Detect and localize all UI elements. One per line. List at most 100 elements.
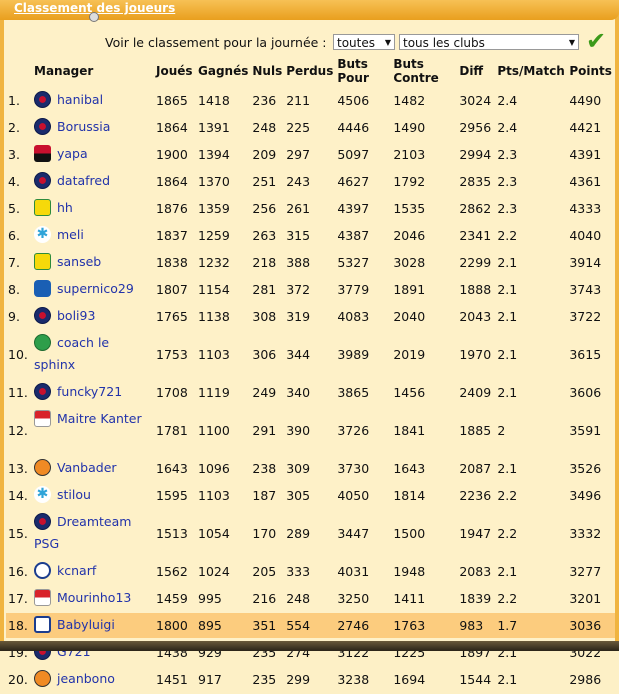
manager-link[interactable]: stilou <box>57 487 91 502</box>
table-row: 18. Babyluigi 1800 895 351 554 2746 1763 983 1.7 3… <box>6 613 616 638</box>
manager-link[interactable]: kcnarf <box>57 563 96 578</box>
check-icon: ✔ <box>586 27 607 55</box>
points-cell: 3526 <box>569 460 602 476</box>
rank-cell: 1. <box>8 92 20 108</box>
col-lost: Perdus <box>286 64 334 78</box>
lost-cell: 243 <box>286 173 311 189</box>
club-badge-icon <box>34 562 51 579</box>
draws-cell: 238 <box>252 460 277 476</box>
points-cell: 4333 <box>569 200 602 216</box>
rank-cell: 7. <box>8 254 20 270</box>
club-select[interactable]: tous les clubs ▼ <box>399 34 579 50</box>
col-points: Points <box>569 64 612 78</box>
manager-cell: Vanbader <box>32 456 154 481</box>
manager-cell: ✱ stilou <box>32 483 154 508</box>
manager-cell: Dreamteam PSG <box>32 510 154 557</box>
goals-against-cell: 3028 <box>393 254 426 270</box>
manager-link[interactable]: Mourinho13 <box>57 590 131 605</box>
goals-against-cell: 2103 <box>393 146 426 162</box>
manager-cell: kcnarf <box>32 559 154 584</box>
manager-link[interactable]: datafred <box>57 173 110 188</box>
window-bottom-edge <box>0 641 619 651</box>
goals-against-cell: 1490 <box>393 119 426 135</box>
won-cell: 1138 <box>198 308 230 324</box>
manager-link[interactable]: boli93 <box>57 308 95 323</box>
manager-link[interactable]: supernico29 <box>57 281 134 296</box>
draws-cell: 235 <box>252 671 277 687</box>
won-cell: 1154 <box>198 281 230 297</box>
lost-cell: 297 <box>286 146 311 162</box>
draws-cell: 351 <box>250 613 285 638</box>
round-select-value: toutes <box>337 36 375 50</box>
table-row: 4. datafred 1864 1370 251 243 4627 1792 2835 2.3 4… <box>6 169 615 194</box>
submit-button[interactable]: ✔ <box>586 28 612 54</box>
goal-diff-cell: 983 <box>457 613 496 638</box>
points-per-match-cell: 2.1 <box>497 563 518 579</box>
goals-for-cell: 4397 <box>337 200 370 216</box>
manager-link[interactable]: Borussia <box>57 119 110 134</box>
panel-header: Classement des joueurs <box>0 0 619 22</box>
table-row: 16. kcnarf 1562 1024 205 333 4031 1948 2083 2.1 32… <box>6 559 615 584</box>
table-row: 15. Dreamteam PSG 1513 1054 170 289 3447 1500 19… <box>6 510 615 557</box>
table-row: 20. jeanbono 1451 917 235 299 3238 1694 1544 2.1 2… <box>6 667 615 692</box>
club-badge-icon <box>34 589 51 606</box>
manager-link[interactable]: Babyluigi <box>57 617 115 632</box>
manager-link[interactable]: hh <box>57 200 73 215</box>
club-badge-icon <box>34 118 51 135</box>
club-badge-icon: ✱ <box>34 486 51 503</box>
draws-cell: 216 <box>252 590 277 606</box>
goal-diff-cell: 2956 <box>459 119 492 135</box>
points-per-match-cell: 2 <box>497 422 506 438</box>
goals-for-cell: 5097 <box>337 146 370 162</box>
manager-link[interactable]: meli <box>57 227 84 242</box>
manager-cell: datafred <box>32 169 154 194</box>
rank-cell: 5. <box>8 200 20 216</box>
manager-cell: ✱ meli <box>32 223 154 248</box>
won-cell: 1096 <box>198 460 230 476</box>
points-per-match-cell: 2.1 <box>497 254 518 270</box>
played-cell: 1838 <box>156 254 188 270</box>
manager-link[interactable]: jeanbono <box>57 671 115 686</box>
lost-cell: 289 <box>286 525 311 541</box>
filter-bar: Voir le classement pour la journée : tou… <box>0 28 619 54</box>
goal-diff-cell: 2299 <box>459 254 492 270</box>
points-per-match-cell: 2.1 <box>497 308 518 324</box>
goal-diff-cell: 1839 <box>459 590 492 606</box>
rank-cell: 12. <box>8 422 28 438</box>
lost-cell: 299 <box>286 671 311 687</box>
table-header-row: Manager Joués Gagnés Nuls Perdus Buts Po… <box>6 56 615 86</box>
played-cell: 1876 <box>156 200 188 216</box>
won-cell: 1418 <box>198 92 230 108</box>
points-cell: 4391 <box>569 146 602 162</box>
played-cell: 1643 <box>156 460 188 476</box>
lost-cell: 248 <box>286 590 311 606</box>
lost-cell: 305 <box>286 487 311 503</box>
won-cell: 1359 <box>198 200 230 216</box>
played-cell: 1595 <box>156 487 188 503</box>
goals-for-cell: 4506 <box>337 92 370 108</box>
table-row: 1. hanibal 1865 1418 236 211 4506 1482 3024 2.4 44… <box>6 88 615 113</box>
manager-link[interactable]: hanibal <box>57 92 103 107</box>
played-cell: 1708 <box>156 384 188 400</box>
points-per-match-cell: 2.1 <box>497 346 518 362</box>
round-select[interactable]: toutes ▼ <box>333 34 395 50</box>
points-per-match-cell: 2.4 <box>497 92 518 108</box>
manager-link[interactable]: yapa <box>57 146 88 161</box>
manager-link[interactable]: sanseb <box>57 254 101 269</box>
lost-cell: 372 <box>286 281 311 297</box>
club-select-value: tous les clubs <box>403 36 485 50</box>
club-badge-icon <box>34 199 51 216</box>
points-cell: 3201 <box>569 590 602 606</box>
lost-cell: 333 <box>286 563 311 579</box>
manager-link[interactable]: Vanbader <box>57 460 117 475</box>
manager-cell: funcky721 <box>32 380 154 405</box>
goals-for-cell: 2746 <box>335 613 392 638</box>
points-cell: 3036 <box>567 613 616 638</box>
goals-against-cell: 2046 <box>393 227 426 243</box>
manager-link[interactable]: Maitre Kanter <box>57 411 142 426</box>
rank-cell: 8. <box>8 281 20 297</box>
points-per-match-cell: 2.2 <box>497 487 518 503</box>
lost-cell: 344 <box>286 346 311 362</box>
manager-link[interactable]: funcky721 <box>57 384 122 399</box>
won-cell: 1394 <box>198 146 230 162</box>
